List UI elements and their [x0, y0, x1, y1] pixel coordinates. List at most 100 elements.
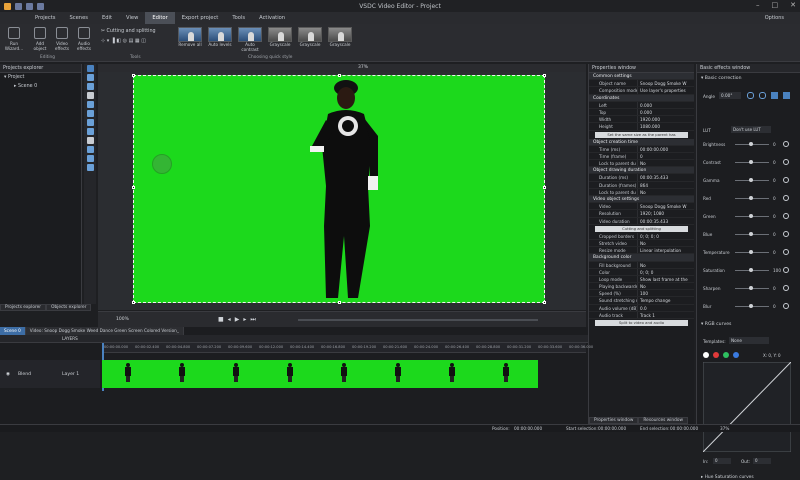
property-row[interactable]: Left 0.000 — [589, 101, 694, 109]
property-row[interactable]: Top 0.000 — [589, 108, 694, 117]
timeline-zoom[interactable]: 100% — [116, 317, 129, 322]
tab-resources-window[interactable]: Resources window — [638, 417, 689, 424]
property-section-header[interactable]: Video object settings — [589, 196, 694, 204]
tab-video-object[interactable]: Video: Snoop Dogg Smoke Weed Dance Green… — [25, 327, 184, 335]
style-grayscale[interactable]: Grayscale — [268, 27, 292, 47]
property-value[interactable]: 0.000 — [637, 108, 694, 116]
property-row[interactable]: Audio track Track 1 — [589, 311, 694, 319]
video-tool-icon[interactable] — [86, 74, 94, 81]
flip-horizontal-icon[interactable] — [771, 92, 778, 99]
property-row[interactable]: Lock to parent du No — [589, 160, 694, 168]
slider-value[interactable]: 0 — [773, 160, 776, 165]
end-icon[interactable]: ⏭ — [250, 316, 259, 323]
status-zoom[interactable]: 37% — [720, 426, 729, 431]
style-auto-levels[interactable]: Auto levels — [208, 27, 232, 47]
minimize-icon[interactable]: – — [756, 1, 760, 9]
templates-dropdown[interactable]: None — [729, 337, 769, 344]
menu-export-project[interactable]: Export project — [175, 12, 226, 24]
property-row[interactable]: Video duration 00:00:35.433 — [589, 217, 694, 225]
property-row[interactable]: Loop mode Show last frame at the — [589, 275, 694, 284]
property-row[interactable]: Resolution 1920; 1080 — [589, 210, 694, 218]
property-value[interactable]: Show last frame at the — [637, 275, 694, 283]
slider-value[interactable]: 0 — [773, 196, 776, 201]
property-row[interactable]: Height 1080.000 — [589, 123, 694, 131]
slider-track[interactable] — [735, 286, 769, 290]
slider-value[interactable]: 100 — [773, 268, 781, 273]
chart-tool-icon[interactable] — [86, 137, 94, 144]
resize-handle[interactable] — [132, 301, 135, 304]
flip-vertical-icon[interactable] — [783, 92, 790, 99]
slider-value[interactable]: 0 — [773, 214, 776, 219]
zoom-dropdown[interactable]: 37% — [358, 65, 368, 70]
reset-icon[interactable] — [783, 231, 789, 237]
property-value[interactable]: Track 1 — [637, 311, 694, 318]
close-icon[interactable]: ✕ — [790, 1, 796, 9]
maximize-icon[interactable]: □ — [772, 1, 779, 9]
property-value[interactable]: 00:00:00.000 — [637, 145, 694, 152]
property-value[interactable]: 0.0 — [637, 304, 694, 311]
resize-handle[interactable] — [132, 186, 135, 189]
green-screen-video[interactable] — [132, 74, 546, 304]
in-input[interactable]: 0 — [713, 458, 731, 464]
property-value[interactable]: 1920.000 — [637, 116, 694, 123]
reset-icon[interactable] — [783, 177, 789, 183]
reset-icon[interactable] — [783, 159, 789, 165]
property-action-button[interactable]: Cutting and splitting — [595, 225, 688, 232]
resize-handle[interactable] — [543, 301, 546, 304]
slider-track[interactable] — [735, 250, 769, 254]
pointer-icon[interactable] — [86, 65, 94, 72]
visibility-icon[interactable]: ◉ — [6, 372, 10, 377]
style-remove-all[interactable]: Remove all — [178, 27, 202, 47]
reset-icon[interactable] — [783, 267, 789, 273]
hue-saturation-header[interactable]: ▸ Hue Saturation curves — [701, 475, 754, 480]
menu-projects[interactable]: Projects — [28, 12, 62, 24]
track-blend[interactable]: Blend — [18, 372, 31, 377]
property-row[interactable]: Resize mode Linear interpolation — [589, 247, 694, 255]
property-value[interactable]: 0 — [637, 152, 694, 160]
menu-scenes[interactable]: Scenes — [62, 12, 95, 24]
slider-track[interactable] — [735, 232, 769, 236]
property-value[interactable]: No — [637, 283, 694, 290]
property-row[interactable]: Duration (frames) 864 — [589, 181, 694, 189]
property-row[interactable]: Color 0; 0; 0 — [589, 268, 694, 276]
menu-activation[interactable]: Activation — [252, 12, 292, 24]
property-row[interactable]: Width 1920.000 — [589, 116, 694, 124]
menu-editor[interactable]: Editor — [145, 12, 175, 24]
tree-project[interactable]: ▾ Project — [0, 73, 81, 82]
line-tool-icon[interactable] — [86, 101, 94, 108]
property-row[interactable]: Lock to parent du No — [589, 188, 694, 196]
audio-effects-button[interactable]: Audio effects — [74, 27, 94, 51]
playback-slider[interactable] — [298, 319, 538, 321]
rotate-left-icon[interactable] — [747, 92, 754, 99]
style-auto-contrast[interactable]: Auto contrast — [238, 27, 262, 52]
tab-projects-explorer[interactable]: Projects explorer — [0, 304, 47, 311]
slider-track[interactable] — [735, 178, 769, 182]
property-row[interactable]: Time (frame) 0 — [589, 152, 694, 161]
red-channel-dot[interactable] — [713, 352, 719, 358]
property-row[interactable]: Object name Snoop Dogg Smoke W — [589, 80, 694, 88]
slider-track[interactable] — [735, 142, 769, 146]
property-value[interactable]: Use layer's properties — [637, 87, 694, 94]
slider-track[interactable] — [735, 160, 769, 164]
ellipse-tool-icon[interactable] — [86, 119, 94, 126]
rectangle-tool-icon[interactable] — [86, 110, 94, 117]
previous-frame-icon[interactable]: ◂ — [228, 316, 235, 323]
reset-icon[interactable] — [783, 141, 789, 147]
rgb-curve-graph[interactable] — [703, 362, 791, 452]
property-value[interactable]: No — [637, 160, 694, 167]
rotate-right-icon[interactable] — [759, 92, 766, 99]
property-section-header[interactable]: Coordinates — [589, 94, 694, 102]
add-object-button[interactable]: Add object — [30, 27, 50, 51]
property-value[interactable]: 0; 0; 0; 0 — [637, 232, 694, 239]
audio-tool-icon[interactable] — [86, 164, 94, 171]
property-value[interactable]: Snoop Dogg Smoke W — [637, 80, 694, 87]
slider-value[interactable]: 0 — [773, 304, 776, 309]
slider-track[interactable] — [735, 268, 769, 272]
slider-value[interactable]: 0 — [773, 178, 776, 183]
video-effects-button[interactable]: Video effects — [52, 27, 72, 51]
property-value[interactable]: 1920; 1080 — [637, 210, 694, 217]
green-channel-dot[interactable] — [723, 352, 729, 358]
time-ruler[interactable]: 00:00:00.000 00:00:02.400 00:00:04.800 00:0… — [102, 343, 593, 353]
property-section-header[interactable]: Common settings — [589, 73, 694, 81]
property-row[interactable]: Audio volume (dB) 0.0 — [589, 304, 694, 312]
